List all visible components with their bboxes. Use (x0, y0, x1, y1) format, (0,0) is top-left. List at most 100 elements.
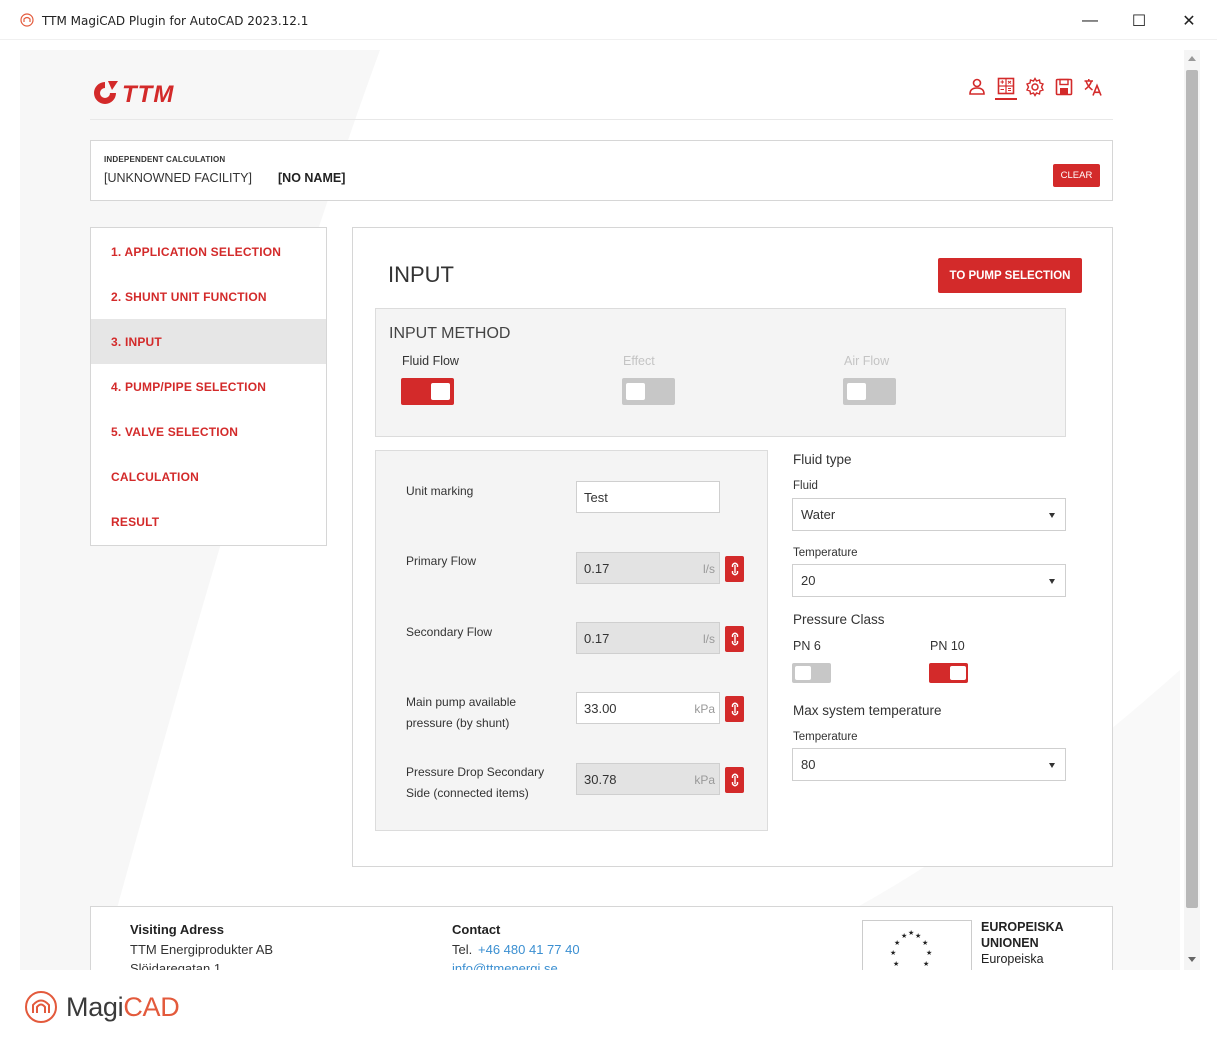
toggle-knob (795, 666, 811, 680)
pn10-label: PN 10 (930, 639, 965, 653)
pn6-toggle[interactable] (792, 663, 831, 683)
ttm-logo: TTM (94, 81, 174, 108)
pressure-drop-label-line1: Pressure Drop Secondary (406, 765, 545, 779)
vertical-scrollbar[interactable] (1184, 50, 1200, 970)
eu-line3: Europeiska (981, 952, 1044, 966)
fluid-temperature-label: Temperature (793, 547, 858, 559)
nav-item-input[interactable]: 3. INPUT (91, 319, 326, 364)
telephone-link[interactable]: +46 480 41 77 40 (478, 942, 580, 957)
email-clipped[interactable]: info@ttmenergi.se (452, 962, 558, 970)
minimize-button[interactable]: — (1067, 8, 1113, 34)
air-flow-toggle[interactable] (843, 378, 896, 405)
main-pump-pressure-input[interactable]: 33.00 kPa (576, 692, 720, 724)
eu-flag: ★ ★ ★ ★ ★ ★ ★ ★ ★ (862, 920, 972, 970)
main-pump-pressure-unit: kPa (694, 702, 715, 716)
translate-icon[interactable] (1082, 74, 1104, 100)
svg-text:★: ★ (894, 939, 900, 947)
calculator-icon[interactable] (995, 74, 1017, 100)
chevron-down-icon (1049, 513, 1055, 518)
page-title: INPUT (388, 262, 454, 287)
window-title: TTM MagiCAD Plugin for AutoCAD 2023.12.1 (42, 14, 309, 28)
max-temperature-label: Temperature (793, 731, 858, 743)
bottom-bar (0, 970, 1217, 1039)
secondary-flow-lock-button[interactable] (725, 626, 744, 652)
chevron-down-icon (1049, 763, 1055, 768)
svg-text:★: ★ (901, 932, 907, 940)
nav-item-result[interactable]: RESULT (91, 499, 326, 544)
pressure-drop-lock-button[interactable] (725, 767, 744, 793)
svg-text:★: ★ (922, 939, 928, 947)
magicad-wordmark: MagiCAD (66, 991, 180, 1023)
input-method-title: INPUT METHOD (389, 325, 511, 342)
unit-marking-value: Test (584, 489, 608, 505)
fluid-temperature-select[interactable]: 20 (792, 564, 1066, 597)
nav-item-valve-selection[interactable]: 5. VALVE SELECTION (91, 409, 326, 454)
window-titlebar: TTM MagiCAD Plugin for AutoCAD 2023.12.1… (0, 0, 1217, 40)
user-icon[interactable] (966, 74, 988, 100)
scroll-thumb[interactable] (1186, 70, 1198, 908)
header-divider (90, 119, 1113, 120)
effect-toggle[interactable] (622, 378, 675, 405)
nav-item-application-selection[interactable]: 1. APPLICATION SELECTION (91, 229, 326, 274)
max-temperature-value: 80 (801, 757, 816, 772)
header-toolbar (966, 74, 1104, 100)
toggle-knob (626, 383, 645, 400)
pressure-drop-input[interactable]: 30.78 kPa (576, 763, 720, 795)
primary-flow-label: Primary Flow (406, 554, 477, 568)
eu-stars-icon: ★ ★ ★ ★ ★ ★ ★ ★ ★ (890, 929, 932, 968)
fluid-flow-toggle[interactable] (401, 378, 454, 405)
svg-text:TTM: TTM (122, 81, 174, 108)
primary-flow-input[interactable]: 0.17 l/s (576, 552, 720, 584)
primary-flow-unit: l/s (703, 562, 715, 576)
effect-label: Effect (623, 354, 655, 368)
primary-flow-lock-button[interactable] (725, 556, 744, 582)
svg-text:★: ★ (908, 929, 914, 937)
svg-text:★: ★ (915, 932, 921, 940)
close-button[interactable]: ✕ (1166, 8, 1212, 34)
chevron-down-icon (1049, 579, 1055, 584)
fluid-temperature-value: 20 (801, 573, 816, 588)
facility-name: [UNKNOWNED FACILITY] (104, 171, 252, 185)
nav-item-calculation[interactable]: CALCULATION (91, 454, 326, 499)
pn10-toggle[interactable] (929, 663, 968, 683)
svg-text:★: ★ (923, 960, 929, 968)
eu-line1: EUROPEISKA (981, 920, 1064, 934)
lock-toggle-icon (731, 702, 738, 716)
magicad-house-icon (25, 991, 57, 1023)
magicad-wordmark-part2: CAD (123, 991, 180, 1022)
lock-toggle-icon (731, 562, 738, 576)
fluid-type-title: Fluid type (793, 452, 852, 467)
svg-text:★: ★ (890, 949, 896, 957)
step-navigation: 1. APPLICATION SELECTION 2. SHUNT UNIT F… (90, 227, 327, 546)
calculation-type-label: INDEPENDENT CALCULATION (104, 155, 226, 164)
nav-item-shunt-unit-function[interactable]: 2. SHUNT UNIT FUNCTION (91, 274, 326, 319)
gear-icon[interactable] (1024, 74, 1046, 100)
main-pump-label-line1: Main pump available (406, 695, 517, 709)
calculation-name: [NO NAME] (278, 171, 346, 185)
nav-item-pump-pipe-selection[interactable]: 4. PUMP/PIPE SELECTION (91, 364, 326, 409)
clear-button[interactable]: CLEAR (1053, 164, 1100, 187)
fluid-select[interactable]: Water (792, 498, 1066, 531)
secondary-flow-input[interactable]: 0.17 l/s (576, 622, 720, 654)
main-pump-lock-button[interactable] (725, 696, 744, 722)
company-name: TTM Energiprodukter AB (130, 942, 274, 957)
max-temperature-select[interactable]: 80 (792, 748, 1066, 781)
email-link[interactable]: info@ttmenergi.se (452, 962, 558, 970)
unit-marking-input[interactable]: Test (576, 481, 720, 513)
scroll-up-icon[interactable] (1188, 56, 1196, 61)
street-address-clipped: Slöjdaregatan 1 (130, 962, 221, 970)
contact-heading: Contact (452, 922, 501, 937)
save-icon[interactable] (1053, 74, 1075, 100)
maximize-button[interactable]: ☐ (1116, 8, 1162, 34)
scroll-down-icon[interactable] (1188, 957, 1196, 962)
lock-toggle-icon (731, 632, 738, 646)
to-pump-selection-button[interactable]: TO PUMP SELECTION (938, 258, 1082, 293)
unit-marking-label: Unit marking (406, 484, 474, 498)
street-address: Slöjdaregatan 1 (130, 962, 222, 970)
pressure-drop-unit: kPa (694, 773, 715, 787)
main-pump-label-line2: pressure (by shunt) (406, 716, 510, 730)
magicad-logo: MagiCAD (24, 990, 180, 1024)
primary-flow-value: 0.17 (584, 560, 610, 576)
toggle-knob (431, 383, 450, 400)
main-pump-pressure-value: 33.00 (584, 700, 617, 716)
